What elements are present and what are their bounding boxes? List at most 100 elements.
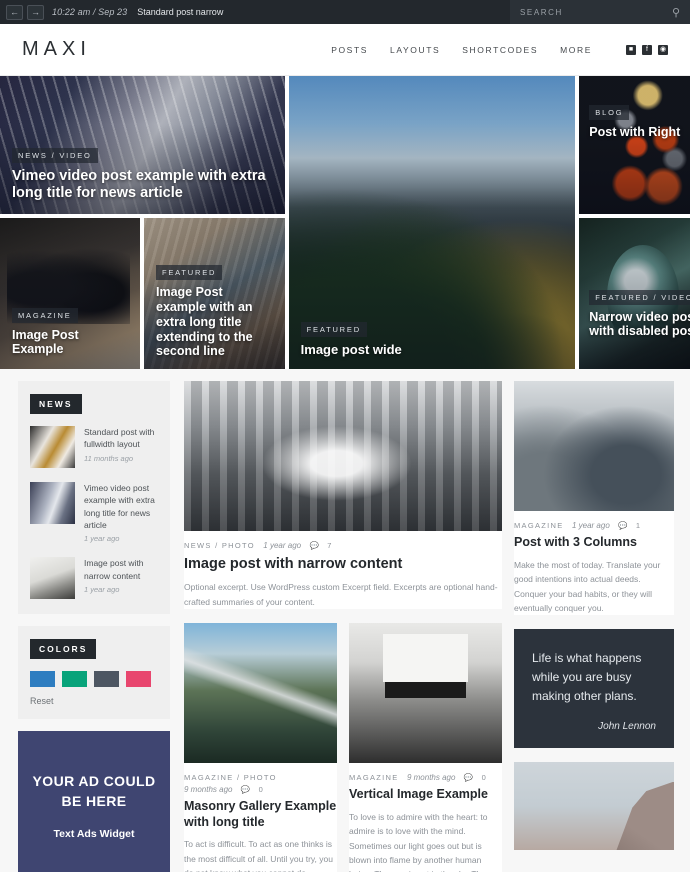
post-category[interactable]: MAGAZINE <box>349 773 399 782</box>
hero-tile-vimeo[interactable]: NEWS / VIDEO Vimeo video post example wi… <box>0 76 285 214</box>
widget-colors: COLORS Reset <box>18 626 170 720</box>
post-excerpt: To act is difficult. To act as one think… <box>184 839 333 872</box>
twitter-icon[interactable]: ■ <box>626 44 636 55</box>
content-column-secondary: MAGAZINE 1 year ago 💬 1 Post with 3 Colu… <box>514 381 674 872</box>
comment-icon: 💬 <box>309 541 319 550</box>
list-item-body: Vimeo video post example with extra long… <box>84 482 158 543</box>
hero-category[interactable]: BLOG <box>589 105 630 121</box>
topbar-search[interactable]: SEARCH ⚲ <box>510 0 690 24</box>
hero-tile-bokeh[interactable]: BLOG Post with Right <box>579 76 690 214</box>
list-item[interactable]: Vimeo video post example with extra long… <box>30 482 158 543</box>
hero-title[interactable]: Post with Right <box>589 125 690 140</box>
post-card-three-columns[interactable]: MAGAZINE 1 year ago 💬 1 Post with 3 Colu… <box>514 381 674 616</box>
post-date: 11 months ago <box>84 453 134 463</box>
post-title[interactable]: Image post with narrow content <box>184 555 502 573</box>
hero-title[interactable]: Image post wide <box>301 342 566 357</box>
forward-arrow-icon[interactable]: → <box>27 4 44 20</box>
hero-caption: FEATURED Image Post example with an extr… <box>156 262 275 359</box>
widget-title-colors: COLORS <box>30 639 97 660</box>
color-swatch-pink[interactable] <box>126 671 151 688</box>
main-content: NEWS / PHOTO 1 year ago 💬 7 Image post w… <box>184 381 674 872</box>
post-title[interactable]: Standard post with fullwidth layout <box>84 426 158 451</box>
list-item[interactable]: Standard post with fullwidth layout 11 m… <box>30 426 158 468</box>
search-icon[interactable]: ⚲ <box>672 6 680 19</box>
instagram-icon[interactable]: ◉ <box>658 44 668 55</box>
ad-headline-line2: BE HERE <box>61 793 127 810</box>
post-title[interactable]: Post with 3 Columns <box>514 535 674 551</box>
hero-title[interactable]: Vimeo video post example with extra long… <box>12 168 275 202</box>
facebook-icon[interactable]: f <box>642 44 652 55</box>
post-title[interactable]: Image post with narrow content <box>84 557 158 582</box>
admin-topbar: ← → 10:22 am / Sep 23 Standard post narr… <box>0 0 690 24</box>
list-item[interactable]: Image post with narrow content 1 year ag… <box>30 557 158 600</box>
post-meta: MAGAZINE / PHOTO <box>184 763 337 782</box>
topbar-nav-arrows: ← → <box>0 4 44 20</box>
hero-title[interactable]: Image Post example with an extra long ti… <box>156 285 275 359</box>
hero-title[interactable]: Image Post Example <box>12 328 130 358</box>
nav-item-layouts[interactable]: LAYOUTS <box>390 45 440 55</box>
post-image-road[interactable] <box>184 623 337 763</box>
post-title[interactable]: Vertical Image Example <box>349 787 502 803</box>
post-card-narrow-content[interactable]: NEWS / PHOTO 1 year ago 💬 7 Image post w… <box>184 381 502 609</box>
post-card-vertical-image[interactable]: MAGAZINE 9 months ago 💬 0 Vertical Image… <box>349 623 502 872</box>
sidebar: NEWS Standard post with fullwidth layout… <box>18 381 170 872</box>
site-logo[interactable]: MAXI <box>22 38 91 61</box>
quote-card[interactable]: Life is what happens while you are busy … <box>514 629 674 749</box>
post-date: 1 year ago <box>84 534 120 544</box>
topbar-timestamp: 10:22 am / Sep 23 <box>52 7 128 17</box>
hero-tile-cameras[interactable]: MAGAZINE Image Post Example <box>0 218 140 369</box>
nav-item-shortcodes[interactable]: SHORTCODES <box>462 45 538 55</box>
widget-text-ad[interactable]: YOUR AD COULD BE HERE Text Ads Widget <box>18 731 170 872</box>
hero-title[interactable]: Narrow video post with disabled post in <box>589 310 690 340</box>
post-category[interactable]: MAGAZINE <box>514 521 564 530</box>
quote-author: John Lennon <box>598 721 656 733</box>
comment-icon: 💬 <box>618 521 628 530</box>
widget-news: NEWS Standard post with fullwidth layout… <box>18 381 170 615</box>
post-title[interactable]: Vimeo video post example with extra long… <box>84 482 158 531</box>
hero-category[interactable]: NEWS / VIDEO <box>12 147 98 163</box>
hero-tile-jeans[interactable]: FEATURED Image Post example with an extr… <box>144 218 285 369</box>
post-image-train[interactable] <box>184 381 502 531</box>
hero-category[interactable]: FEATURED <box>156 265 223 281</box>
back-arrow-icon[interactable]: ← <box>6 4 23 20</box>
post-image-cliff[interactable] <box>514 762 674 851</box>
list-item-body: Standard post with fullwidth layout 11 m… <box>84 426 158 468</box>
post-date: 1 year ago <box>571 521 610 530</box>
color-swatch-slate[interactable] <box>94 671 119 688</box>
nav-item-posts[interactable]: POSTS <box>331 45 368 55</box>
comment-count: 0 <box>481 773 486 782</box>
color-swatch-blue[interactable] <box>30 671 55 688</box>
post-thumbnail <box>30 482 75 524</box>
color-swatch-green[interactable] <box>62 671 87 688</box>
ad-headline-line1: YOUR AD COULD <box>32 772 156 789</box>
post-category[interactable]: MAGAZINE / PHOTO <box>184 773 277 782</box>
hero-tile-mountain[interactable]: FEATURED Image post wide <box>288 76 576 369</box>
hero-column-left: NEWS / VIDEO Vimeo video post example wi… <box>0 76 285 369</box>
reset-colors-link[interactable]: Reset <box>30 696 158 706</box>
post-excerpt: Optional excerpt. Use WordPress custom E… <box>184 582 498 607</box>
hero-caption: BLOG Post with Right <box>589 102 690 140</box>
post-date: 9 months ago <box>406 773 456 782</box>
post-image-typewriter[interactable] <box>349 623 502 763</box>
hero-category[interactable]: FEATURED <box>300 321 367 337</box>
comment-icon: 💬 <box>463 773 474 782</box>
list-item-body: Image post with narrow content 1 year ag… <box>84 557 158 599</box>
hero-caption: FEATURED Image post wide <box>300 319 566 357</box>
comment-icon: 💬 <box>240 785 251 794</box>
page-body: NEWS Standard post with fullwidth layout… <box>0 369 690 872</box>
nav-item-more[interactable]: MORE <box>560 45 592 55</box>
post-title[interactable]: Masonry Gallery Example with long title <box>184 799 337 830</box>
post-card-masonry-gallery[interactable]: MAGAZINE / PHOTO 9 months ago 💬 0 Masonr… <box>184 623 337 872</box>
ad-subtitle: Text Ads Widget <box>53 827 135 840</box>
post-meta-secondary: 9 months ago 💬 0 <box>184 782 337 794</box>
comment-count: 1 <box>635 521 641 530</box>
post-thumbnail <box>30 426 75 468</box>
hero-category[interactable]: FEATURED / VIDEO <box>589 289 690 305</box>
post-excerpt: Make the most of today. Translate your g… <box>514 559 661 613</box>
post-image-fog[interactable] <box>514 381 674 511</box>
hero-overlay <box>579 76 690 214</box>
hero-tile-moto[interactable]: FEATURED / VIDEO Narrow video post with … <box>579 218 690 369</box>
post-category[interactable]: NEWS / PHOTO <box>184 541 255 550</box>
hero-category[interactable]: MAGAZINE <box>12 307 78 323</box>
hero-left-bottom-row: MAGAZINE Image Post Example FEATURED Ima… <box>0 218 285 369</box>
